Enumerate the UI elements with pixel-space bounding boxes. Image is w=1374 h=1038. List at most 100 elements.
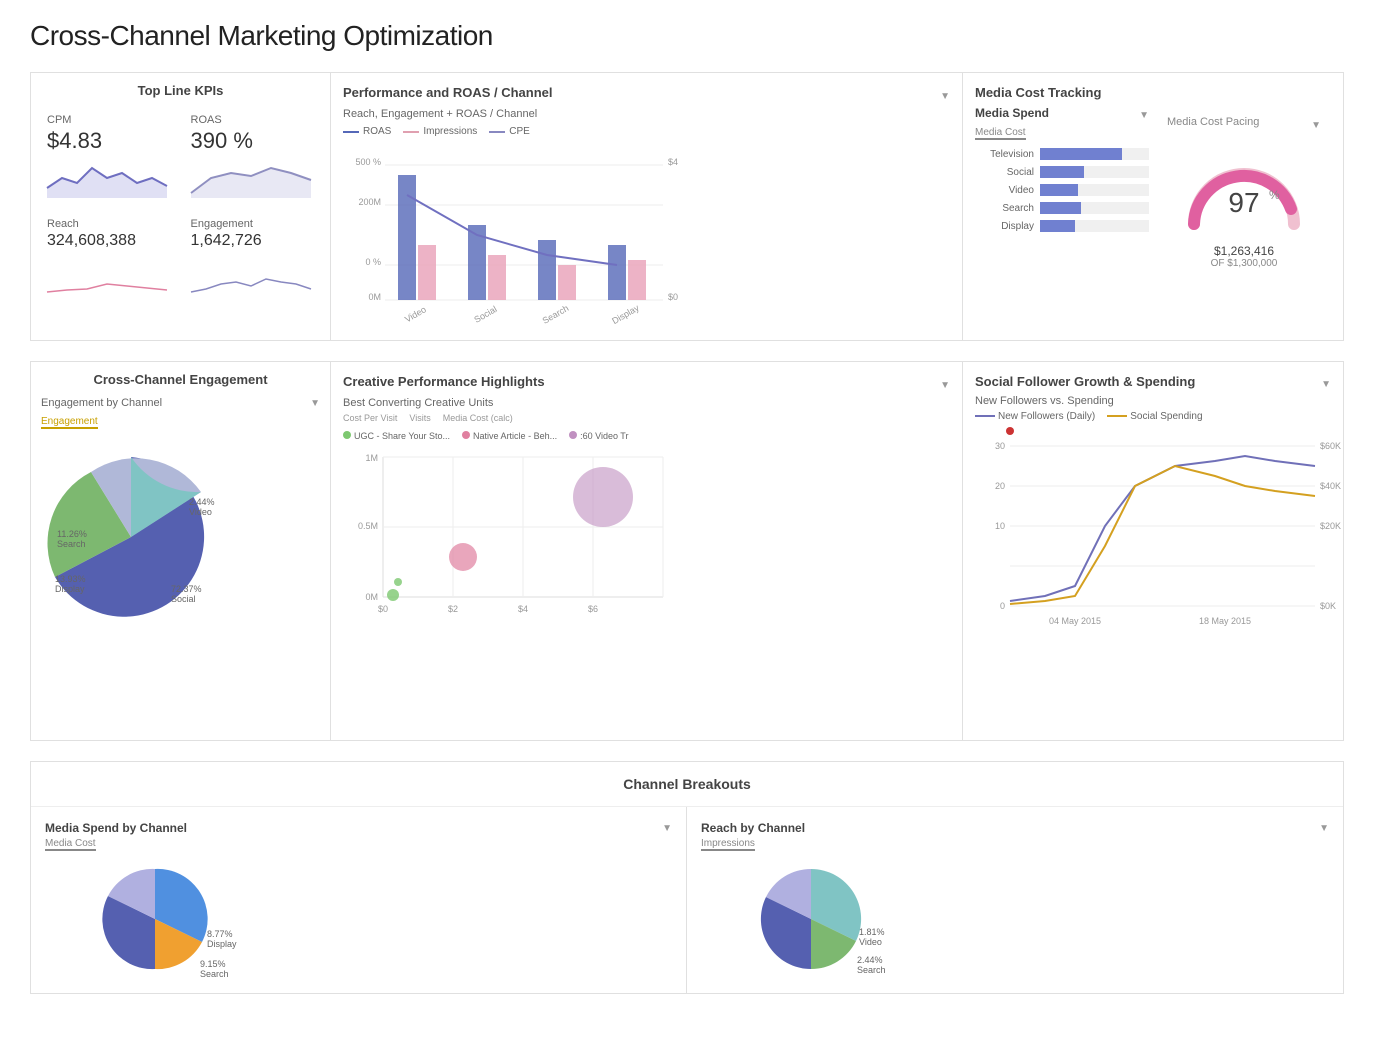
pacing-of: OF $1,300,000 [1211, 258, 1278, 269]
bar-video: Video [975, 184, 1149, 196]
svg-text:10: 10 [995, 521, 1005, 531]
bubble-item-1: Native Article - Beh... [473, 431, 557, 441]
svg-text:$60K: $60K [1320, 441, 1341, 451]
svg-text:$4: $4 [518, 604, 528, 614]
creative-legend-1: Visits [409, 413, 430, 423]
bar-social: Social [975, 166, 1149, 178]
page-title: Cross-Channel Marketing Optimization [30, 20, 1344, 52]
roas-sparkline [191, 158, 315, 198]
creative-legend-0: Cost Per Visit [343, 413, 397, 423]
pacing-filter[interactable]: ▼ [1311, 120, 1321, 131]
svg-text:$20K: $20K [1320, 521, 1341, 531]
kpi-reach: Reach 324,608,388 [41, 212, 177, 300]
svg-text:0 %: 0 % [365, 257, 381, 267]
svg-text:0.5M: 0.5M [358, 521, 378, 531]
svg-text:Video: Video [403, 304, 428, 324]
svg-text:9.15%: 9.15% [200, 959, 226, 969]
svg-text:$0: $0 [378, 604, 388, 614]
svg-text:13.93%: 13.93% [55, 574, 86, 584]
bubble-legend: UGC - Share Your Sto... Native Article -… [343, 431, 950, 441]
svg-text:30: 30 [995, 441, 1005, 451]
performance-section-title: Performance and ROAS / Channel [343, 85, 553, 100]
svg-text:Social: Social [472, 304, 498, 325]
kpi-engagement-value: 1,642,726 [191, 232, 315, 250]
social-legend: New Followers (Daily) Social Spending [975, 411, 1331, 422]
social-legend-1: Social Spending [1130, 411, 1202, 422]
kpi-roas-label: ROAS [191, 114, 315, 126]
svg-text:11.26%: 11.26% [57, 529, 87, 539]
svg-text:Search: Search [541, 303, 571, 326]
svg-text:Search: Search [857, 965, 886, 975]
bubble-chart: 1M 0.5M 0M $0 $2 $4 $6 [343, 447, 683, 627]
svg-text:0: 0 [1000, 601, 1005, 611]
svg-text:1M: 1M [365, 453, 378, 463]
legend-impressions: Impressions [423, 126, 477, 137]
creative-section-title: Creative Performance Highlights [343, 374, 545, 389]
media-spend-panel: Media Spend by Channel ▼ Media Cost 8.77… [31, 807, 687, 993]
bubble-item-0: UGC - Share Your Sto... [354, 431, 450, 441]
svg-text:Video: Video [189, 507, 212, 517]
pacing-amount: $1,263,416 [1214, 244, 1274, 258]
legend-roas: ROAS [363, 126, 391, 137]
kpi-reach-value: 324,608,388 [47, 232, 171, 250]
performance-chart-title: Reach, Engagement + ROAS / Channel [343, 108, 950, 120]
cpm-sparkline [47, 158, 171, 198]
svg-text:Display: Display [610, 302, 641, 326]
social-chart-title: New Followers vs. Spending [975, 395, 1331, 407]
creative-legend: Cost Per Visit Visits Media Cost (calc) [343, 413, 950, 423]
svg-text:2.44%: 2.44% [857, 955, 883, 965]
svg-text:1.81%: 1.81% [859, 927, 885, 937]
engagement-sparkline [191, 254, 315, 294]
svg-text:0M: 0M [365, 592, 378, 602]
bar-television: Television [975, 148, 1149, 160]
engagement-subtitle: Engagement [41, 416, 98, 429]
svg-text:Video: Video [859, 937, 882, 947]
social-filter[interactable]: ▼ [1321, 379, 1331, 390]
reach-channel-subtitle: Impressions [701, 838, 755, 851]
pacing-title: Media Cost Pacing [1167, 116, 1259, 128]
media-cost-section-title: Media Cost Tracking [975, 85, 1101, 100]
kpi-section-title: Top Line KPIs [41, 83, 320, 98]
svg-text:Display: Display [207, 939, 237, 949]
reach-panel: Reach by Channel ▼ Impressions 1.81% Vid… [687, 807, 1343, 993]
svg-text:$2: $2 [448, 604, 458, 614]
svg-text:$0K: $0K [1320, 601, 1336, 611]
reach-channel-title: Reach by Channel [701, 821, 805, 835]
creative-filter-icon[interactable]: ▼ [940, 380, 950, 391]
media-spend-channel-title: Media Spend by Channel [45, 821, 187, 835]
svg-text:8.77%: 8.77% [207, 929, 233, 939]
kpi-reach-label: Reach [47, 218, 171, 230]
media-spend-pie: 8.77% Display 9.15% Search [45, 859, 265, 979]
performance-filter-icon[interactable]: ▼ [940, 91, 950, 102]
svg-text:Social: Social [171, 594, 196, 604]
svg-text:Display: Display [55, 584, 85, 594]
cross-channel-title: Cross-Channel Engagement [41, 372, 320, 387]
cross-channel-filter[interactable]: ▼ [310, 398, 320, 409]
reach-channel-filter[interactable]: ▼ [1319, 823, 1329, 834]
reach-sparkline [47, 254, 171, 294]
svg-text:18 May 2015: 18 May 2015 [1199, 616, 1251, 626]
media-cost-subtitle: Media Cost [975, 127, 1026, 140]
kpi-engagement: Engagement 1,642,726 [185, 212, 321, 300]
bubble-item-2: :60 Video Tr [580, 431, 628, 441]
svg-text:72.37%: 72.37% [171, 584, 202, 594]
performance-legend: ROAS Impressions CPE [343, 126, 950, 137]
svg-text:Search: Search [57, 539, 86, 549]
pie-chart-area: 2.44% Video 11.26% Search 13.93% Display… [41, 437, 320, 637]
social-chart: 30 20 10 0 $60K $40K $20K $0K [975, 426, 1325, 646]
channel-breakouts-title: Channel Breakouts [31, 762, 1343, 807]
media-spend-filter[interactable]: ▼ [1139, 110, 1149, 121]
gauge-chart: 97 % [1179, 134, 1309, 244]
svg-text:500 %: 500 % [355, 157, 381, 167]
kpi-engagement-label: Engagement [191, 218, 315, 230]
legend-cpe: CPE [509, 126, 530, 137]
kpi-cpm-value: $4.83 [47, 128, 171, 154]
kpi-roas: ROAS 390 % [185, 108, 321, 204]
kpi-cpm: CPM $4.83 [41, 108, 177, 204]
creative-chart-title: Best Converting Creative Units [343, 397, 950, 409]
svg-text:20: 20 [995, 481, 1005, 491]
performance-chart: 500 % 200M 0 % 0M $4 $0 [343, 145, 950, 328]
media-spend-channel-subtitle: Media Cost [45, 838, 96, 851]
engagement-chart-title: Engagement by Channel [41, 397, 162, 409]
media-spend-channel-filter[interactable]: ▼ [662, 823, 672, 834]
